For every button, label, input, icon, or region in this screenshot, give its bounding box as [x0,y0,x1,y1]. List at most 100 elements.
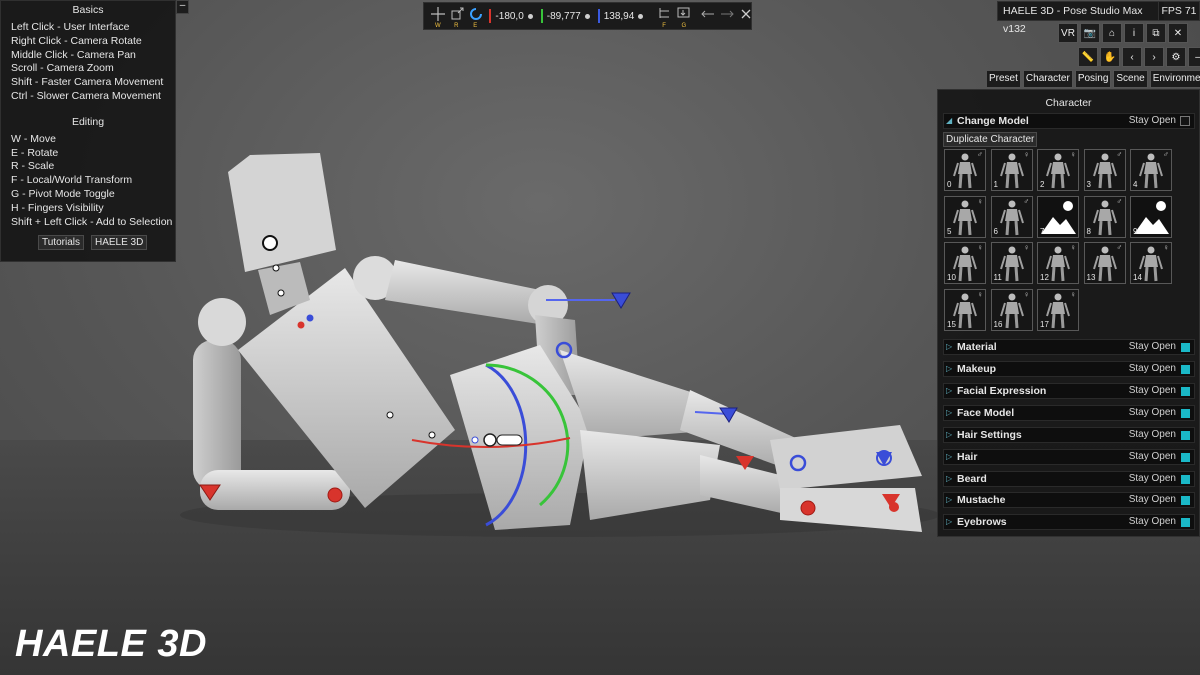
coord-y-value[interactable]: -89,777 [547,11,581,22]
left-upper-arm[interactable] [193,340,241,490]
chevron-left-icon[interactable]: ‹ [1122,47,1142,67]
stay-open-checkbox[interactable] [1181,431,1190,440]
toe-controller-red[interactable] [889,502,899,512]
stay-open-label: Stay Open [1128,385,1176,396]
head[interactable] [228,153,336,272]
redo-button[interactable] [719,6,734,26]
model-number: 9 [1133,226,1138,236]
stay-open-checkbox[interactable] [1181,518,1190,527]
section-facial-expression[interactable]: ▷ Facial Expression Stay Open [943,383,1195,399]
gizmo-handle[interactable] [496,434,523,446]
shoulder-controller-blue[interactable] [306,314,314,322]
rotate-tool-button[interactable]: E [468,6,483,29]
section-change-model[interactable]: ◢ Change Model Stay Open [943,113,1195,129]
tab-scene[interactable]: Scene [1113,70,1148,88]
copy-icon[interactable]: ⧉ [1146,23,1166,43]
ankle-controller-red[interactable] [800,500,816,516]
camera-icon[interactable]: 📷 [1080,23,1100,43]
haele-3d-button[interactable]: HAELE 3D [90,235,148,251]
help-line: Middle Click - Camera Pan [11,48,136,61]
stay-open-checkbox[interactable] [1181,343,1190,352]
stay-open-checkbox[interactable] [1181,365,1190,374]
right-upper-arm[interactable] [385,260,545,325]
section-mustache[interactable]: ▷ Mustache Stay Open [943,492,1195,508]
tutorials-button[interactable]: Tutorials [38,235,84,251]
undo-button[interactable] [700,6,714,26]
pivot-icon [677,7,690,18]
move-tool-button[interactable]: W [430,6,445,29]
tab-environment[interactable]: Environment [1149,70,1200,88]
coord-y[interactable]: -89,777 [540,9,590,23]
section-hair-settings[interactable]: ▷ Hair Settings Stay Open [943,427,1195,443]
home-icon[interactable]: ⌂ [1102,23,1122,43]
scale-tool-button[interactable]: R [449,6,464,29]
model-thumbnail[interactable]: 11 ♀ [990,242,1033,284]
y-axis-bar [540,9,543,23]
model-thumbnail[interactable]: 10 ♀ [944,242,986,284]
coord-z[interactable]: 138,94 [597,9,644,23]
help-collapse-button[interactable]: – [176,0,189,14]
model-thumbnail[interactable]: 0 ♂ [944,149,986,191]
model-thumbnail[interactable]: 6 ♂ [990,195,1033,238]
pivot-button[interactable]: G [676,6,690,29]
left-shoulder[interactable] [198,298,246,346]
tab-preset[interactable]: Preset [986,70,1021,88]
section-beard[interactable]: ▷ Beard Stay Open [943,471,1195,487]
stay-open-checkbox[interactable] [1180,116,1190,126]
vr-button[interactable]: VR [1058,23,1078,43]
gender-icon: ♂ [1116,243,1123,252]
model-thumbnail[interactable]: 2 ♀ [1037,149,1079,191]
caret-right-icon: ▷ [946,495,953,504]
model-thumbnail[interactable]: 5 ♀ [944,195,986,238]
section-label: Mustache [957,494,1006,506]
info-icon[interactable]: i [1124,23,1144,43]
model-thumbnail[interactable]: 12 ♀ [1037,242,1079,284]
model-thumbnail[interactable]: 17 ♀ [1037,288,1079,331]
waist-controller[interactable] [428,431,436,439]
gizmo-pivot[interactable] [483,433,497,447]
coord-x[interactable]: -180,0 [489,9,533,23]
stay-open-checkbox[interactable] [1181,453,1190,462]
tab-posing[interactable]: Posing [1074,70,1112,88]
left-forearm[interactable] [200,470,350,510]
chevron-right-icon[interactable]: › [1144,47,1164,67]
model-thumbnail[interactable]: 15 ♀ [944,288,986,331]
model-thumbnail[interactable]: 14 ♀ [1130,242,1172,284]
stay-open-checkbox[interactable] [1181,409,1190,418]
model-thumbnail[interactable]: 9 [1130,195,1172,238]
model-thumbnail[interactable]: 1 ♀ [990,149,1033,191]
stay-open-checkbox[interactable] [1181,496,1190,505]
minimize-icon[interactable]: – [1188,47,1200,67]
gear-icon[interactable]: ⚙ [1166,47,1186,67]
section-face-model[interactable]: ▷ Face Model Stay Open [943,405,1195,421]
section-hair[interactable]: ▷ Hair Stay Open [943,449,1195,465]
model-thumbnail[interactable]: 4 ♂ [1130,149,1172,191]
coord-x-value[interactable]: -180,0 [495,11,523,22]
neck-controller[interactable] [272,264,280,272]
model-thumbnail[interactable]: 16 ♀ [990,288,1033,331]
hip-controller[interactable] [471,436,479,444]
stay-open-checkbox[interactable] [1181,387,1190,396]
stay-open-label: Stay Open [1128,429,1176,440]
head-controller[interactable] [262,235,278,251]
hand-icon[interactable]: ✋ [1100,47,1120,67]
local-world-button[interactable]: F [657,6,670,29]
spine-controller[interactable] [386,411,394,419]
duplicate-character-button[interactable]: Duplicate Character [943,132,1038,147]
shoulder-controller-red[interactable] [297,321,305,329]
section-eyebrows[interactable]: ▷ Eyebrows Stay Open [943,514,1195,530]
model-thumbnail[interactable]: 3 ♂ [1083,149,1126,191]
hand-controller-red[interactable] [327,487,343,503]
model-thumbnail[interactable]: 8 ♂ [1083,195,1126,238]
chest-controller[interactable] [277,289,285,297]
close-icon[interactable]: ✕ [1168,23,1188,43]
section-material[interactable]: ▷ Material Stay Open [943,339,1195,355]
model-thumbnail[interactable]: 7 [1037,195,1079,238]
coord-z-value[interactable]: 138,94 [604,11,635,22]
close-toolbar-button[interactable] [738,6,751,26]
tab-character[interactable]: Character [1022,70,1073,88]
section-makeup[interactable]: ▷ Makeup Stay Open [943,361,1195,377]
ruler-icon[interactable]: 📏 [1078,47,1098,67]
stay-open-checkbox[interactable] [1181,475,1190,484]
model-thumbnail[interactable]: 13 ♂ [1083,242,1126,284]
